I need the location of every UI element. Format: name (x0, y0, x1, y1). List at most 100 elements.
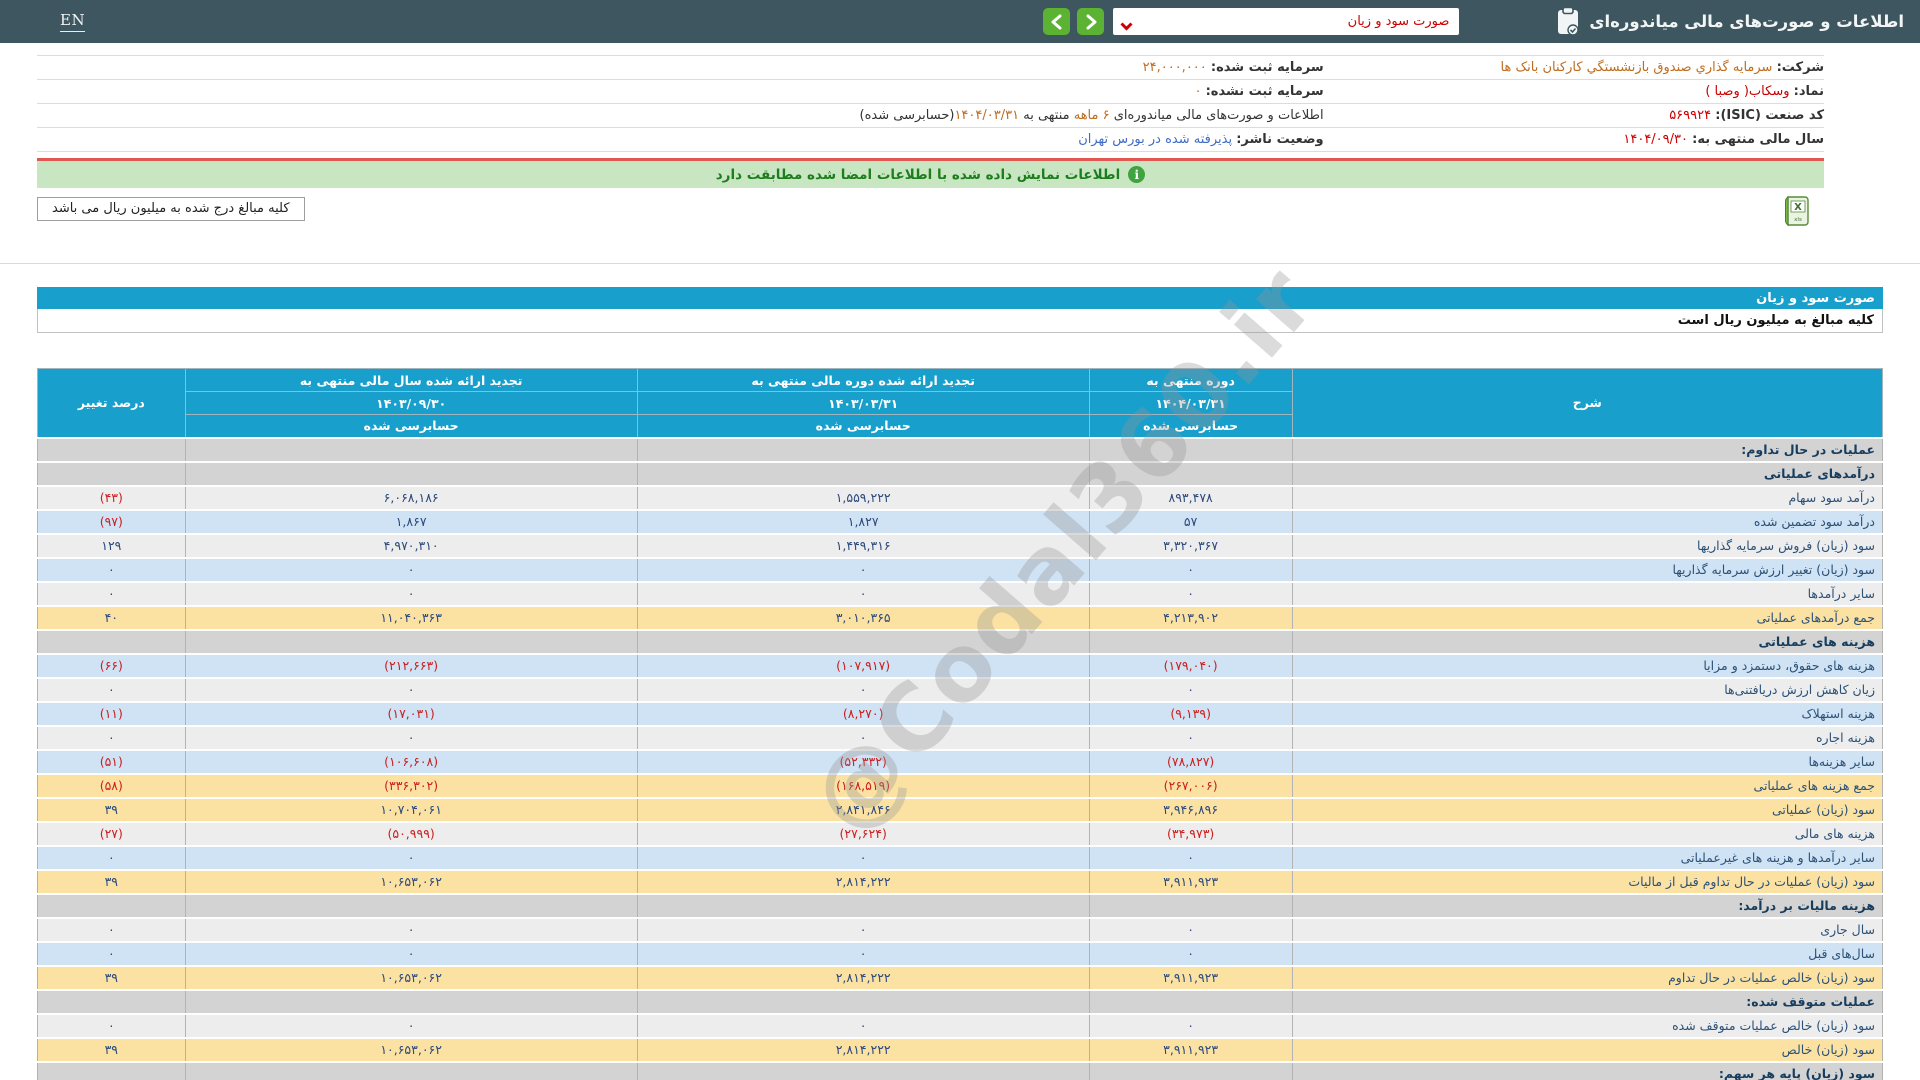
row-value: ۰ (636, 916, 1090, 942)
row-percent: ۰ (37, 844, 186, 870)
row-percent: (۵۸) (37, 772, 186, 798)
row-label: جمع درآمدهای عملیاتی (1291, 604, 1884, 630)
row-label: هزینه های حقوق، دستمزد و مزایا (1291, 652, 1884, 678)
period-suffix: (حسابرسی شده) (859, 108, 955, 123)
row-value: ۳,۹۱۱,۹۲۳ (1088, 964, 1293, 990)
row-percent: ۳۹ (37, 868, 186, 894)
row-value: ۰ (1088, 844, 1293, 870)
row-label: درآمد سود تضمین شده (1291, 508, 1884, 534)
profit-loss-table: شرح دوره منتهی به تجدید ارائه شده دوره م… (37, 368, 1884, 1080)
row-label: سایر هزینه‌ها (1291, 748, 1884, 774)
row-empty-cell (184, 460, 638, 486)
previous-report-button[interactable] (1043, 8, 1071, 35)
row-empty-cell (1088, 892, 1293, 918)
pl-table-header: شرح دوره منتهی به تجدید ارائه شده دوره م… (37, 368, 1884, 438)
row-value: ۲,۸۴۱,۸۴۶ (636, 796, 1090, 822)
col-header-description: شرح (1291, 368, 1884, 438)
row-value: (۲۱۲,۶۶۳) (184, 652, 638, 678)
row-value: ۰ (636, 676, 1090, 702)
row-value: (۲۶۷,۰۰۶) (1088, 772, 1293, 798)
period-months: ۶ ماهه (1073, 108, 1110, 123)
table-row: سود (زیان) خالص ۳,۹۱۱,۹۲۳ ۲,۸۱۴,۲۲۲ ۱۰,۶۵۳,… (37, 1036, 1884, 1062)
table-row: سود (زیان) فروش سرمایه گذاریها ۳,۳۲۰,۳۶۷ ۱… (37, 532, 1884, 558)
row-value: ۱,۴۴۹,۳۱۶ (636, 532, 1090, 558)
table-row: هزینه های مالی (۳۴,۹۷۳) (۲۷,۶۲۴) (۵۰,۹۹۹) (۲… (37, 820, 1884, 846)
period-mid: منتهی به (1023, 108, 1070, 123)
table-row: شرکت: سرمایه گذاري صندوق بازنشستگي کارکن… (37, 55, 1824, 80)
clipboard-report-icon (1556, 6, 1580, 36)
row-label: سال جاری (1291, 916, 1884, 942)
table-gap (37, 333, 1883, 368)
col-header-audited: حسابرسی شده (184, 414, 638, 438)
section-divider (0, 263, 1920, 264)
table-header-row: شرح دوره منتهی به تجدید ارائه شده دوره م… (37, 368, 1884, 438)
excel-export-icon[interactable]: X xls (1784, 195, 1811, 231)
row-label: سود (زیان) فروش سرمایه گذاریها (1291, 532, 1884, 558)
svg-text:X: X (1794, 202, 1802, 213)
row-value: (۵۲,۳۳۲) (636, 748, 1090, 774)
col-header-audited: حسابرسی شده (1088, 414, 1293, 438)
row-empty-cell (1088, 460, 1293, 486)
row-value: ۴,۹۷۰,۳۱۰ (184, 532, 638, 558)
report-nav-buttons (1043, 8, 1105, 35)
row-value: ۱۰,۶۵۳,۰۶۲ (184, 1036, 638, 1062)
table-row: جمع درآمدهای عملیاتی ۴,۲۱۳,۹۰۲ ۳,۰۱۰,۳۶۵ ۱۱… (37, 604, 1884, 630)
row-percent: ۴۰ (37, 604, 186, 630)
row-value: (۵۰,۹۹۹) (184, 820, 638, 846)
table-row: هزینه های عملیاتی (37, 628, 1884, 654)
row-label: سایر درآمدها (1291, 580, 1884, 606)
row-empty-cell (184, 1060, 638, 1080)
row-percent: ۱۲۹ (37, 532, 186, 558)
row-label: هزینه استهلاک (1291, 700, 1884, 726)
row-empty-cell (1088, 988, 1293, 1014)
row-value: ۰ (1088, 724, 1293, 750)
statement-units-bar: کلیه مبالغ به میلیون ریال است (37, 309, 1883, 333)
statement-section: صورت سود و زیان کلیه مبالغ به میلیون ریا… (37, 287, 1884, 1080)
next-report-button[interactable] (1077, 8, 1105, 35)
row-value: ۰ (636, 724, 1090, 750)
row-value: ۰ (636, 844, 1090, 870)
table-row: هزینه اجاره ۰ ۰ ۰ ۰ (37, 724, 1884, 750)
pl-table-body: عملیات در حال تداوم: درآمدهای عملیاتی درآم… (37, 436, 1884, 1080)
table-row: هزینه استهلاک (۹,۱۳۹) (۸,۲۷۰) (۱۷,۰۳۱) (۱۱) (37, 700, 1884, 726)
row-value: ۱۱,۰۴۰,۳۶۳ (184, 604, 638, 630)
row-percent: (۱۱) (37, 700, 186, 726)
period-date: ۱۴۰۴/۰۳/۳۱ (954, 108, 1020, 123)
row-empty-cell (636, 892, 1090, 918)
report-type-select[interactable]: صورت سود و زیان (1113, 8, 1460, 35)
company-info-table: شرکت: سرمایه گذاري صندوق بازنشستگي کارکن… (37, 55, 1824, 152)
table-row: هزینه مالیات بر درآمد: (37, 892, 1884, 918)
signature-match-notice: i اطلاعات نمایش داده شده با اطلاعات امضا… (37, 161, 1824, 188)
row-empty-cell (636, 988, 1090, 1014)
table-row: سود (زیان) پایه هر سهم: (37, 1060, 1884, 1080)
isic-label: کد صنعت (ISIC): (1715, 108, 1824, 123)
row-empty-cell (184, 988, 638, 1014)
language-switch-en[interactable]: EN (60, 11, 86, 32)
table-row: سال‌های قبل ۰ ۰ ۰ ۰ (37, 940, 1884, 966)
row-value: ۸۹۳,۴۷۸ (1088, 484, 1293, 510)
col-header-audited: حسابرسی شده (636, 414, 1090, 438)
table-row: سود (زیان) عملیاتی ۳,۹۴۶,۸۹۶ ۲,۸۴۱,۸۴۶ ۱۰,۷… (37, 796, 1884, 822)
row-percent: ۳۹ (37, 964, 186, 990)
row-percent: ۰ (37, 556, 186, 582)
row-percent: ۰ (37, 724, 186, 750)
row-value: ۱۰,۶۵۳,۰۶۲ (184, 868, 638, 894)
row-value: ۰ (1088, 916, 1293, 942)
row-value: ۰ (1088, 580, 1293, 606)
table-row: سال جاری ۰ ۰ ۰ ۰ (37, 916, 1884, 942)
col-header-date: ۱۴۰۳/۰۹/۳۰ (184, 391, 638, 415)
row-value: (۸,۲۷۰) (636, 700, 1090, 726)
row-value: ۳,۹۴۶,۸۹۶ (1088, 796, 1293, 822)
row-label: سود (زیان) عملیات در حال تداوم قبل از ما… (1291, 868, 1884, 894)
row-percent: (۶۶) (37, 652, 186, 678)
row-value: ۳,۹۱۱,۹۲۳ (1088, 1036, 1293, 1062)
row-value: ۰ (184, 940, 638, 966)
row-value: ۰ (184, 676, 638, 702)
table-row: زیان کاهش ارزش دریافتنی‌ها ۰ ۰ ۰ ۰ (37, 676, 1884, 702)
symbol-value: وسکاب( وصبا ) (1705, 84, 1790, 99)
row-value: ۱,۵۵۹,۲۲۲ (636, 484, 1090, 510)
table-row: نماد: وسکاب( وصبا ) سرمایه ثبت نشده: ۰ (37, 79, 1824, 104)
capital-unregistered-cell: سرمایه ثبت نشده: ۰ (37, 79, 1324, 104)
row-percent: (۹۷) (37, 508, 186, 534)
row-label: هزینه مالیات بر درآمد: (1291, 892, 1884, 918)
